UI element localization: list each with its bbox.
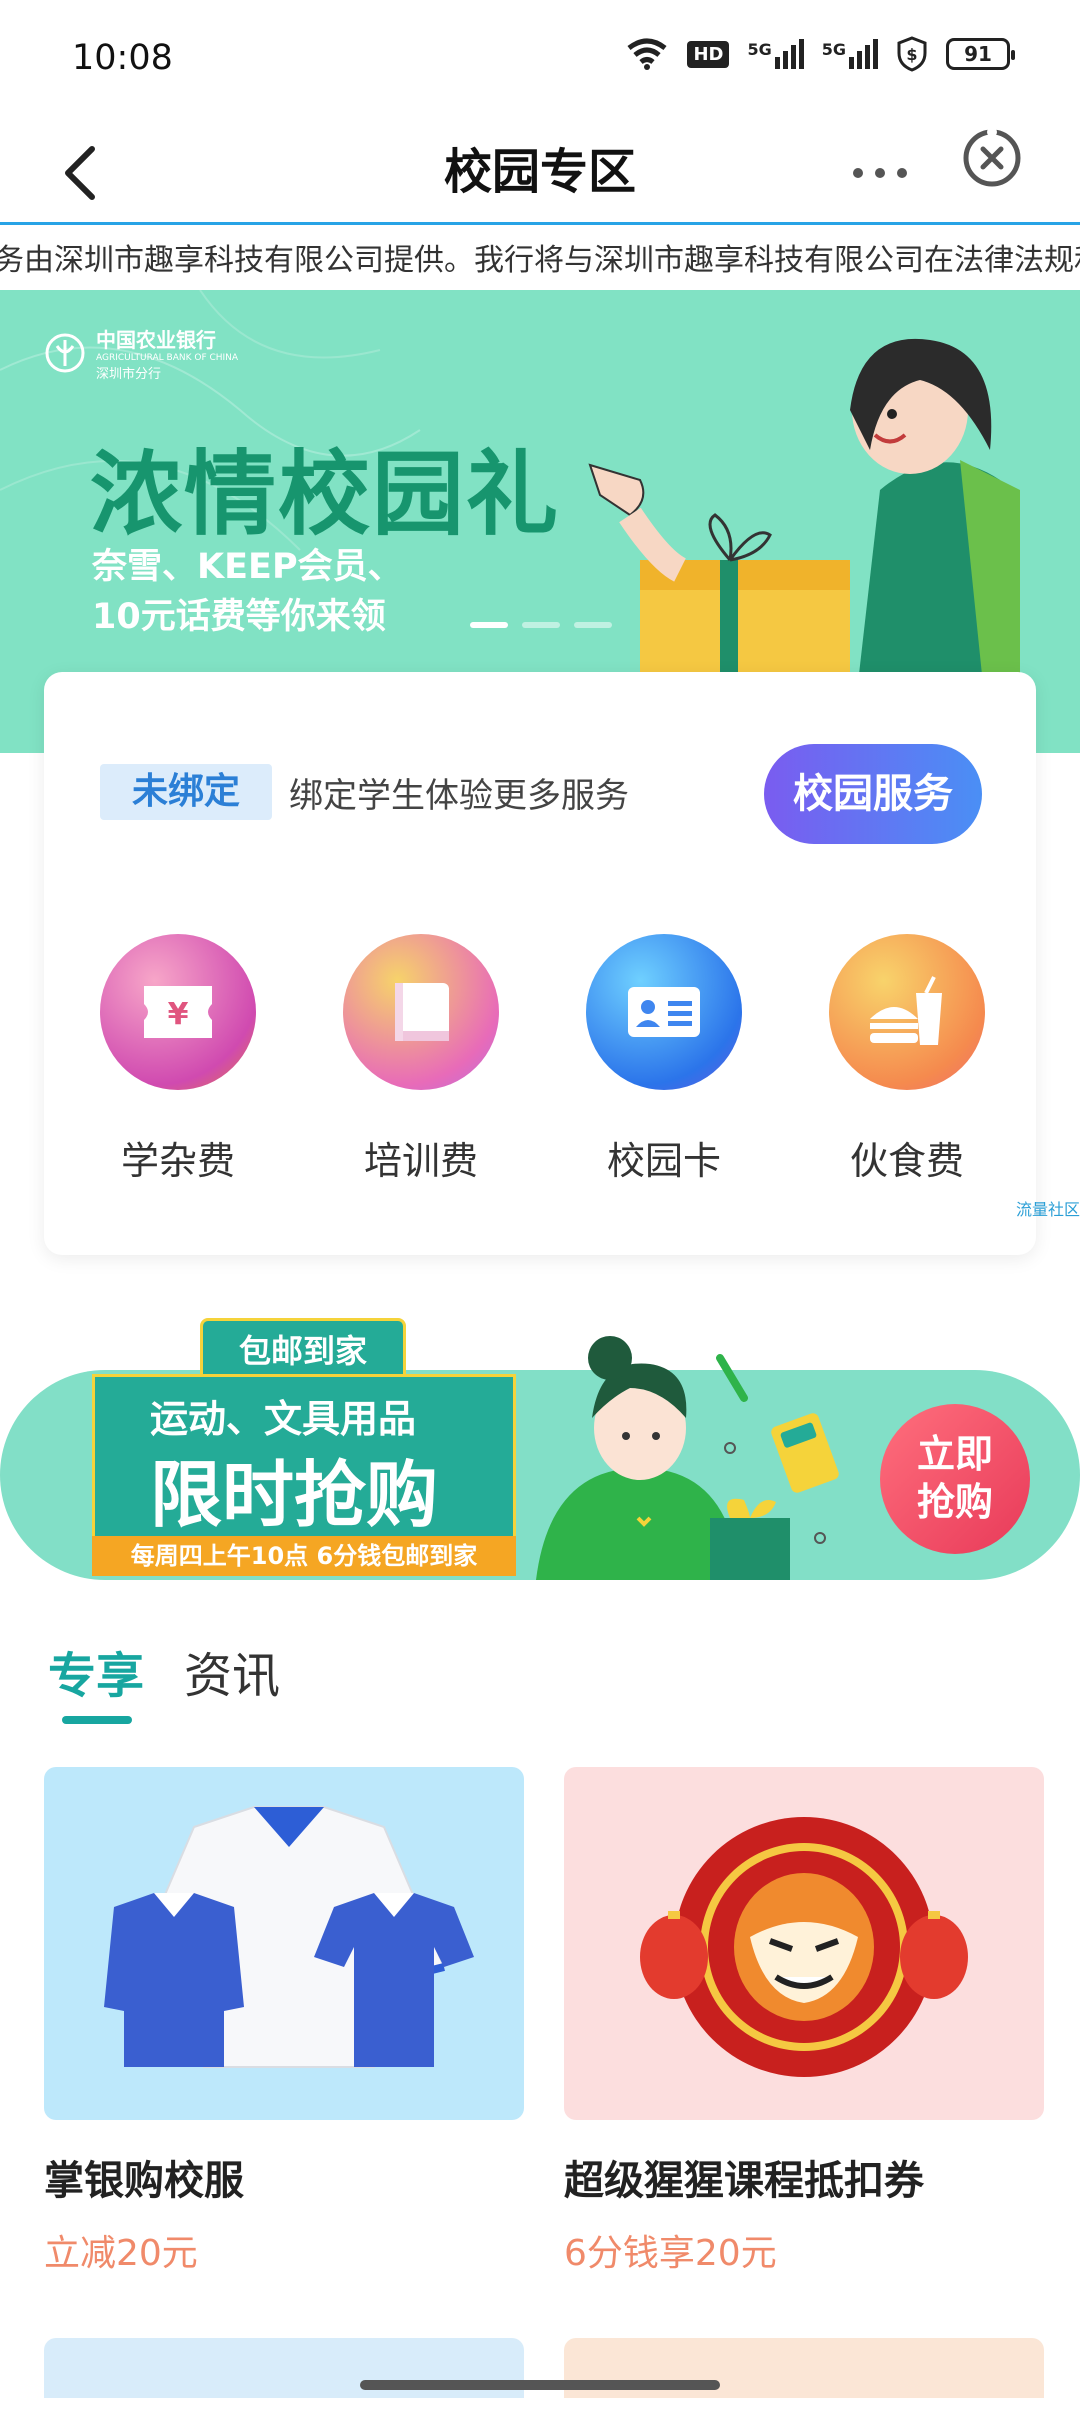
burger-drink-icon [829, 934, 985, 1090]
status-bar: 10:08 HD 5G 5G $ 91 [0, 0, 1080, 125]
signal-5g-icon: 5G [822, 39, 878, 69]
hero-title: 浓情校园礼 [90, 441, 561, 548]
service-label: 校园卡 [606, 1139, 721, 1183]
id-card-icon [586, 934, 742, 1090]
tab-underline [62, 1716, 132, 1724]
service-campus-card[interactable]: 校园卡 [579, 934, 749, 1185]
carousel-dot [522, 622, 560, 628]
logo-en: AGRICULTURAL BANK OF CHINA [96, 353, 239, 363]
status-icons: HD 5G 5G $ 91 [625, 36, 1015, 72]
svg-text:$: $ [906, 45, 917, 64]
dot [897, 168, 907, 178]
promo-footer: 每周四上午10点 6分钱包邮到家 [92, 1536, 516, 1576]
unbound-badge: 未绑定 [100, 764, 272, 820]
logo-cn: 中国农业银行 [96, 328, 216, 352]
svg-text:¥: ¥ [168, 997, 189, 1032]
watermark-text: 流量社区 [1016, 1200, 1080, 1219]
hd-badge: HD [687, 40, 730, 68]
book-icon [343, 934, 499, 1090]
chevron-left-icon [65, 146, 95, 200]
notice-text: 务由深圳市趣享科技有限公司提供。我行将与深圳市趣享科技有限公司在法律法规和合同约 [0, 243, 1080, 278]
status-time: 10:08 [72, 38, 173, 78]
close-icon [963, 127, 1021, 187]
buy-now-line1: 立即 [916, 1434, 993, 1476]
promo-line1: 运动、文具用品 [150, 1397, 417, 1441]
uniform-image [44, 1767, 524, 2120]
service-label: 培训费 [363, 1139, 478, 1183]
tab-exclusive[interactable]: 专享 [48, 1636, 144, 1706]
promo-line2: 限时抢购 [150, 1453, 439, 1537]
battery-icon: 91 [946, 38, 1015, 70]
girl-gift-illustration [536, 1336, 839, 1580]
campus-service-button[interactable]: 校园服务 [764, 744, 982, 844]
hero-subtitle-line2: 10元话费等你来领 [92, 597, 386, 637]
notice-ticker: 务由深圳市趣享科技有限公司提供。我行将与深圳市趣享科技有限公司在法律法规和合同约 [0, 222, 1080, 288]
tab-news[interactable]: 资讯 [184, 1636, 280, 1706]
carousel-dot [470, 622, 508, 628]
hero-subtitle: 奈雪、KEEP会员、 10元话费等你来领 [92, 542, 403, 642]
hero-subtitle-line1: 奈雪、KEEP会员、 [92, 547, 403, 587]
abc-logo-icon [45, 333, 85, 373]
service-training[interactable]: 培训费 [336, 934, 506, 1185]
buy-now-label: 立即 抢购 [917, 1431, 993, 1527]
service-meals[interactable]: 伙食费 [822, 934, 992, 1185]
service-tuition[interactable]: ¥ 学杂费 [93, 934, 263, 1185]
nav-bar: 校园专区 [0, 125, 1080, 220]
uniform-illustration [104, 1806, 474, 2068]
dot [875, 168, 885, 178]
content-tabs: 专享 资讯 [48, 1636, 280, 1706]
promo-tag: 包邮到家 [200, 1318, 406, 1380]
product-title: 超级猩猩课程抵扣券 [564, 2158, 924, 2204]
service-label: 伙食费 [849, 1139, 964, 1183]
signal-label: 5G [821, 40, 846, 59]
shield-dollar-icon: $ [897, 36, 927, 72]
product-card-supermonkey[interactable]: 超级猩猩课程抵扣券 6分钱享20元 [564, 1767, 1044, 2276]
bind-student-link[interactable]: 绑定学生体验更多服务 [289, 768, 629, 817]
more-button[interactable] [840, 143, 920, 203]
buy-now-line2: 抢购 [916, 1482, 993, 1524]
dot [853, 168, 863, 178]
close-miniapp-button[interactable] [962, 127, 1022, 192]
wifi-icon [627, 38, 667, 70]
campus-service-card: 未绑定 绑定学生体验更多服务 校园服务 ¥ 学杂费 培训费 校园卡 伙食费 [44, 672, 1036, 1255]
abc-bank-logo: 中国农业银行 AGRICULTURAL BANK OF CHINA 深圳市分行 [44, 324, 238, 382]
product-card-uniform[interactable]: 掌银购校服 立减20元 [44, 1767, 524, 2276]
supermonkey-image [564, 1767, 1044, 2120]
service-label: 学杂费 [120, 1139, 235, 1183]
tiger-logo-illustration [640, 1817, 968, 2077]
back-button[interactable] [40, 133, 120, 213]
battery-level: 91 [964, 42, 992, 66]
logo-branch: 深圳市分行 [96, 367, 162, 382]
product-subtitle: 立减20元 [44, 2233, 198, 2274]
signal-label: 5G [747, 40, 772, 59]
home-indicator[interactable] [360, 2380, 720, 2390]
buy-now-button[interactable]: 立即 抢购 [880, 1404, 1030, 1554]
signal-5g-icon: 5G [747, 39, 804, 69]
promo-banner[interactable]: 包邮到家 运动、文具用品 限时抢购 每周四上午10点 6分钱包邮到家 立即抢购 [0, 1318, 1080, 1580]
product-subtitle: 6分钱享20元 [564, 2233, 777, 2274]
product-title: 掌银购校服 [44, 2158, 244, 2204]
ticket-yen-icon: ¥ [100, 934, 256, 1090]
